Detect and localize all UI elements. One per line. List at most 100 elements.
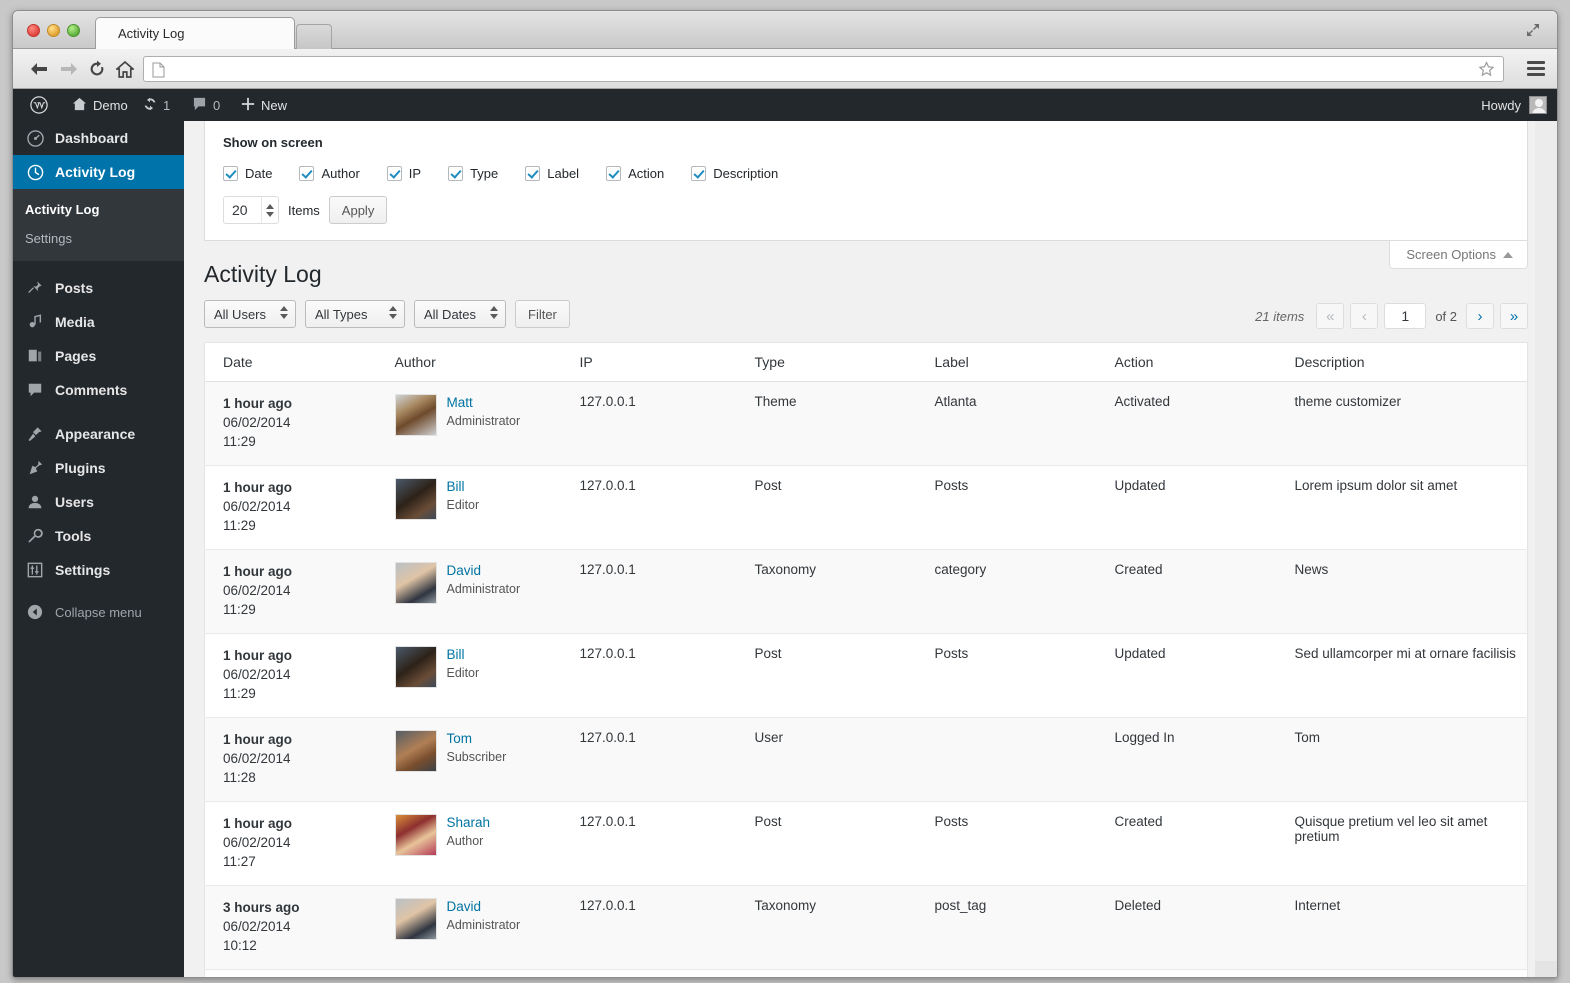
sidebar-item-activity-log[interactable]: Activity Log	[13, 155, 192, 189]
checkbox-description[interactable]: Description	[691, 166, 778, 181]
checkbox-icon[interactable]	[223, 166, 238, 181]
type-filter-select[interactable]: All Types	[305, 300, 405, 328]
last-page-button[interactable]: »	[1500, 303, 1528, 329]
fullscreen-icon[interactable]	[1525, 22, 1541, 38]
date-relative: 1 hour ago	[223, 564, 293, 579]
column-header-date[interactable]: Date	[204, 342, 395, 382]
table-row[interactable]: 1 hour ago 06/02/2014 11:29 Bill Editor 127.0…	[204, 466, 1528, 550]
column-header-type[interactable]: Type	[754, 342, 935, 382]
sidebar-item-plugins[interactable]: Plugins	[13, 451, 184, 485]
author-name-link[interactable]: Tom	[447, 730, 507, 747]
sidebar-item-label: Settings	[55, 562, 111, 578]
user-filter-select[interactable]: All Users	[204, 300, 296, 328]
author-role: Administrator	[446, 918, 521, 932]
browser-tab[interactable]: Activity Log	[95, 17, 295, 49]
date-absolute: 06/02/2014	[223, 415, 291, 430]
table-row[interactable]: 3 hours ago 06/02/2014 10:12 David Administr…	[204, 885, 1528, 970]
author-name-link[interactable]: Bill	[447, 646, 480, 663]
column-header-action[interactable]: Action	[1114, 342, 1295, 382]
wordpress-logo-icon[interactable]	[23, 89, 55, 121]
submenu-item-activity-log[interactable]: Activity Log	[13, 195, 184, 224]
url-bar[interactable]	[143, 56, 1504, 82]
checkbox-label[interactable]: Label	[525, 166, 579, 181]
apply-button[interactable]: Apply	[328, 196, 388, 224]
per-page-stepper[interactable]: 20	[223, 196, 279, 224]
comments-count: 0	[213, 97, 221, 113]
sidebar-item-appearance[interactable]: Appearance	[13, 417, 184, 451]
cell-type: Taxonomy	[754, 898, 817, 913]
table-row[interactable]: 1 hour ago 06/02/2014 11:29 David Administra…	[204, 549, 1528, 634]
author-name-link[interactable]: David	[447, 562, 521, 579]
checkbox-icon[interactable]	[691, 166, 707, 181]
first-page-button[interactable]: «	[1316, 303, 1345, 329]
bookmark-star-icon[interactable]	[1478, 61, 1495, 78]
settings-icon	[25, 562, 45, 578]
current-page-input[interactable]: 1	[1384, 303, 1427, 329]
back-icon[interactable]	[27, 57, 51, 81]
stepper-arrows[interactable]	[261, 197, 278, 223]
new-content-menu[interactable]: New	[234, 89, 294, 121]
sidebar-item-comments[interactable]: Comments	[13, 373, 184, 407]
author-name-link[interactable]: Bill	[447, 478, 480, 495]
checkbox-icon[interactable]	[448, 166, 464, 181]
home-icon[interactable]	[113, 57, 137, 81]
per-page-row: 20 Items Apply	[223, 196, 1527, 224]
sidebar-item-tools[interactable]: Tools	[13, 519, 184, 553]
column-header-author[interactable]: Author	[394, 342, 580, 382]
pages-icon	[25, 348, 45, 364]
reload-icon[interactable]	[85, 57, 109, 81]
checkbox-icon[interactable]	[606, 166, 622, 181]
screen-options-tab[interactable]: Screen Options	[1389, 241, 1528, 269]
checkbox-icon[interactable]	[525, 166, 541, 181]
checkbox-action[interactable]: Action	[606, 166, 664, 181]
checkbox-author[interactable]: Author	[299, 166, 360, 181]
sidebar-item-pages[interactable]: Pages	[13, 339, 184, 373]
filter-button[interactable]: Filter	[515, 300, 570, 328]
next-page-button[interactable]: ›	[1466, 303, 1494, 329]
site-name-menu[interactable]: Demo	[65, 89, 135, 121]
date-time: 11:28	[223, 770, 256, 785]
submenu-item-settings[interactable]: Settings	[13, 224, 184, 253]
new-tab-button[interactable]	[296, 24, 332, 49]
sidebar-item-users[interactable]: Users	[13, 485, 184, 519]
column-header-ip[interactable]: IP	[579, 342, 755, 382]
sidebar-item-posts[interactable]: Posts	[13, 271, 184, 305]
window-close-button[interactable]	[27, 24, 40, 37]
date-filter-select[interactable]: All Dates	[414, 300, 506, 328]
table-row[interactable]: 1 hour ago 06/02/2014 11:27 Sharah Author 127…	[204, 802, 1528, 886]
user-filter-value: All Users	[214, 306, 267, 322]
table-row[interactable]: 1 hour ago 06/02/2014 11:29 Matt Administrat…	[204, 381, 1528, 466]
author-name-link[interactable]: Matt	[447, 394, 521, 411]
table-row[interactable]: 4 hours ago06/02/201409:03JackEditor127.…	[205, 970, 1528, 978]
sidebar-item-media[interactable]: Media	[13, 305, 184, 339]
checkbox-type[interactable]: Type	[448, 166, 498, 181]
prev-page-button[interactable]: ‹	[1350, 303, 1379, 329]
column-header-description[interactable]: Description	[1294, 342, 1528, 382]
comments-menu[interactable]: 0	[185, 89, 227, 121]
checkbox-icon[interactable]	[299, 166, 315, 181]
window-minimize-button[interactable]	[47, 24, 60, 37]
checkbox-icon[interactable]	[386, 166, 402, 181]
author-cell: Bill Editor	[394, 478, 580, 520]
per-page-value[interactable]: 20	[224, 197, 261, 223]
stepper-up-icon[interactable]	[266, 203, 274, 209]
updates-menu[interactable]: 1	[136, 89, 177, 121]
cell-description: Sed ullamcorper mi at ornare facilisis	[1294, 646, 1516, 661]
sidebar-item-settings[interactable]: Settings	[13, 553, 184, 587]
checkbox-date[interactable]: Date	[223, 166, 272, 181]
author-name-link[interactable]: Sharah	[447, 814, 491, 831]
author-name-link[interactable]: David	[447, 898, 521, 915]
checkbox-ip[interactable]: IP	[386, 166, 421, 181]
collapse-menu-button[interactable]: Collapse menu	[13, 595, 184, 629]
plus-icon	[241, 97, 255, 114]
window-maximize-button[interactable]	[67, 24, 80, 37]
sidebar-item-dashboard[interactable]: Dashboard	[13, 121, 184, 155]
forward-icon[interactable]	[57, 57, 81, 81]
stepper-down-icon[interactable]	[266, 211, 274, 217]
browser-menu-icon[interactable]	[1527, 61, 1545, 76]
table-row[interactable]: 1 hour ago 06/02/2014 11:28 Tom Subscriber 12…	[204, 717, 1528, 802]
table-row[interactable]: 1 hour ago 06/02/2014 11:29 Bill Editor 127.0…	[204, 634, 1528, 718]
column-header-label[interactable]: Label	[934, 342, 1115, 382]
account-menu[interactable]: Howdy	[1481, 89, 1547, 121]
table-head: Date Author IP Type Label Action Descrip…	[204, 342, 1528, 382]
